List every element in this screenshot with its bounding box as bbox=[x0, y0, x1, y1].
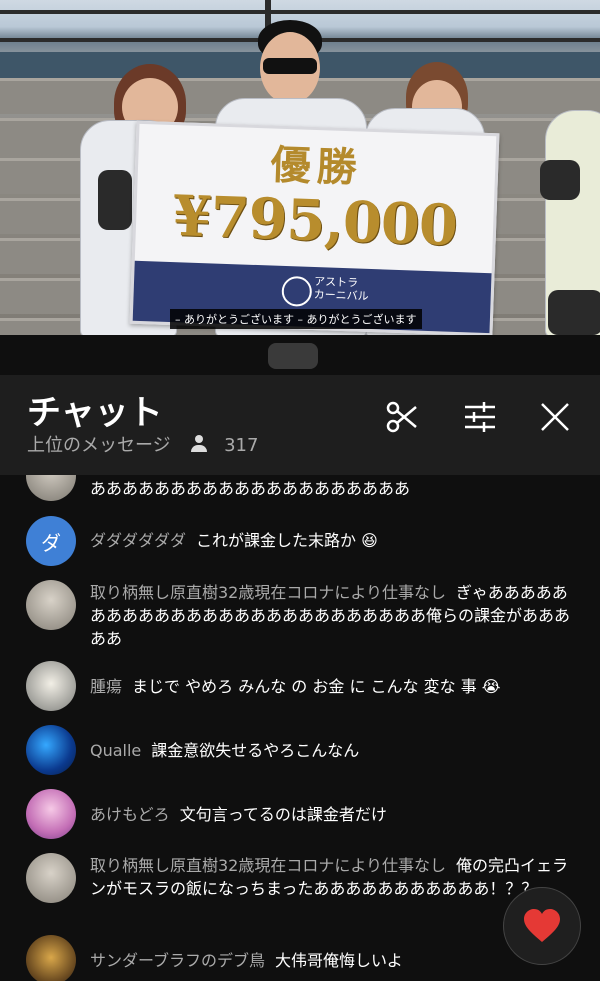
viewer-count: 317 bbox=[224, 435, 259, 456]
message-text: まじで やめろ みんな の お金 に こんな 変な 事 😭 bbox=[132, 677, 501, 696]
sign-brand-line2: カーニバル bbox=[313, 288, 369, 303]
message-author[interactable]: あけもどろ bbox=[90, 805, 170, 824]
clip-button[interactable] bbox=[382, 397, 422, 437]
chat-mode-selector[interactable]: 上位のメッセージ 317 bbox=[27, 431, 258, 457]
reaction-button[interactable] bbox=[503, 887, 581, 965]
video-player[interactable]: 優勝 ¥795,000 アストラ カーニバル – ありがとうございます – あり… bbox=[0, 0, 600, 335]
message-author[interactable]: ダダダダダダ bbox=[90, 531, 186, 550]
avatar-letter: ダ bbox=[41, 530, 61, 555]
sign-amount: ¥795,000 bbox=[171, 183, 458, 259]
message-text: ああああああああああああああああああああ bbox=[90, 479, 411, 498]
brand-logo-icon bbox=[281, 275, 313, 307]
person-icon bbox=[190, 435, 208, 453]
message-text: これが課金した末路か 😆 bbox=[196, 531, 378, 550]
avatar[interactable] bbox=[26, 789, 76, 839]
drag-handle[interactable] bbox=[268, 343, 318, 369]
message-author[interactable]: Qualle bbox=[90, 741, 141, 760]
close-icon bbox=[541, 403, 569, 431]
filter-button[interactable] bbox=[460, 397, 500, 437]
avatar[interactable]: ダ bbox=[26, 516, 76, 566]
avatar[interactable] bbox=[26, 935, 76, 981]
avatar[interactable] bbox=[26, 725, 76, 775]
scissors-icon bbox=[386, 401, 417, 433]
chat-panel: チャット 上位のメッセージ 317 ああああああああああああああああああああ ダ… bbox=[0, 335, 600, 981]
railing bbox=[0, 10, 600, 14]
message-author[interactable]: 腫瘍 bbox=[90, 677, 122, 696]
sliders-icon bbox=[465, 402, 495, 432]
avatar[interactable] bbox=[26, 475, 76, 501]
chat-header: チャット 上位のメッセージ 317 bbox=[0, 375, 600, 475]
message-author[interactable]: 取り柄無し原直樹32歳現在コロナにより仕事なし bbox=[90, 856, 446, 875]
prize-sign: 優勝 ¥795,000 アストラ カーニバル bbox=[129, 120, 500, 335]
message-text: 大伟哥俺悔しいよ bbox=[275, 951, 403, 970]
chat-mode-label: 上位のメッセージ bbox=[27, 435, 171, 456]
heart-icon bbox=[524, 909, 560, 942]
message-text: 文句言ってるのは課金者だけ bbox=[179, 805, 387, 824]
message-text: 課金意欲失せるやろこんなん bbox=[151, 741, 360, 760]
message-author[interactable]: サンダーブラフのデブ鳥 bbox=[90, 951, 265, 970]
chat-title: チャット bbox=[27, 393, 163, 433]
avatar[interactable] bbox=[26, 853, 76, 903]
message-author[interactable]: 取り柄無し原直樹32歳現在コロナにより仕事なし bbox=[90, 583, 446, 602]
video-subtitle: – ありがとうございます – ありがとうございます bbox=[170, 309, 422, 329]
close-button[interactable] bbox=[535, 397, 575, 437]
avatar[interactable] bbox=[26, 580, 76, 630]
avatar[interactable] bbox=[26, 661, 76, 711]
